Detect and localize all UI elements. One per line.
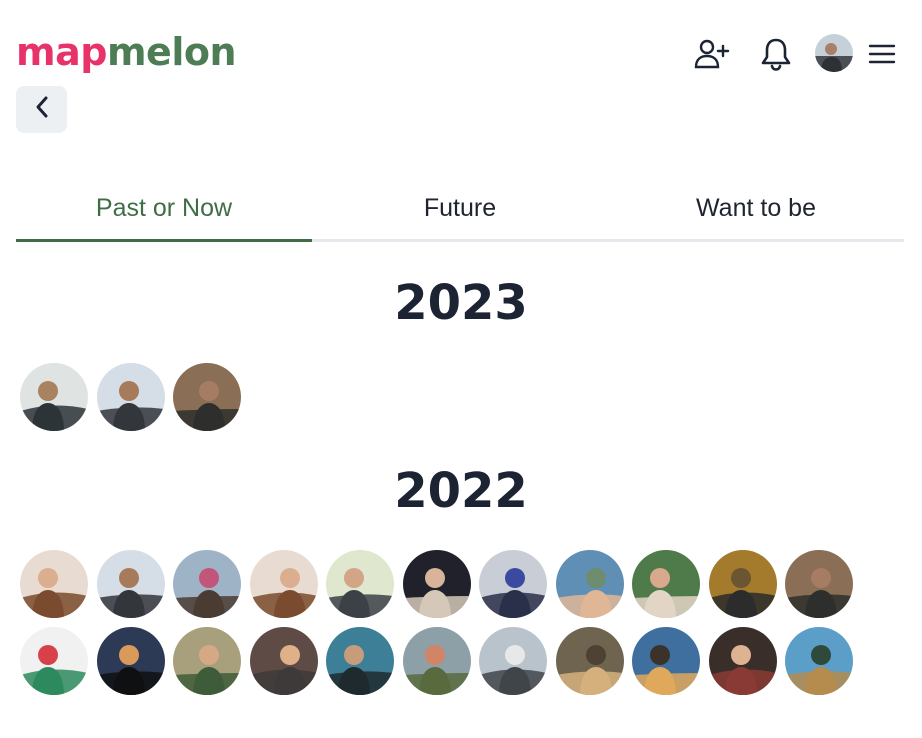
trip-photo[interactable] xyxy=(785,627,853,695)
trip-photo[interactable] xyxy=(402,550,471,618)
trip-photo[interactable] xyxy=(20,550,88,618)
trip-photo[interactable] xyxy=(96,627,165,695)
tab-future[interactable]: Future xyxy=(312,180,608,239)
trip-photo[interactable] xyxy=(708,550,777,618)
time-tabs: Past or Now Future Want to be xyxy=(16,180,904,242)
trip-photo[interactable] xyxy=(249,627,318,695)
year-heading-2023: 2023 xyxy=(394,275,528,331)
trip-photo[interactable] xyxy=(20,627,88,695)
trip-photo[interactable] xyxy=(632,550,700,618)
photo-row-2022-second xyxy=(20,627,853,695)
trip-photo[interactable] xyxy=(173,627,241,695)
trip-photo[interactable] xyxy=(402,627,471,695)
chevron-left-icon xyxy=(34,95,50,124)
menu-icon[interactable] xyxy=(862,34,902,74)
trip-photo[interactable] xyxy=(96,550,165,618)
trip-photo[interactable] xyxy=(96,363,165,431)
avatar[interactable] xyxy=(815,34,853,72)
trip-photo[interactable] xyxy=(173,550,241,618)
app-header: mapmelon xyxy=(0,0,922,86)
trip-photo[interactable] xyxy=(479,550,547,618)
trip-photo[interactable] xyxy=(555,550,624,618)
trip-photo[interactable] xyxy=(785,550,853,618)
photo-row-2023 xyxy=(20,363,241,431)
back-button[interactable] xyxy=(16,86,67,133)
bell-icon[interactable] xyxy=(756,34,796,74)
trip-photo[interactable] xyxy=(173,363,241,431)
tab-past-or-now[interactable]: Past or Now xyxy=(16,180,312,242)
trip-photo[interactable] xyxy=(632,627,700,695)
logo-melon-text: melon xyxy=(106,30,237,74)
trip-photo[interactable] xyxy=(249,550,318,618)
trip-photo[interactable] xyxy=(20,363,88,431)
logo-map-text: map xyxy=(16,30,107,74)
trip-photo[interactable] xyxy=(326,550,394,618)
mapmelon-logo[interactable]: mapmelon xyxy=(16,28,237,76)
trip-photo[interactable] xyxy=(708,627,777,695)
photo-row-2022-first xyxy=(20,550,853,618)
trip-photo[interactable] xyxy=(555,627,624,695)
trip-photo[interactable] xyxy=(479,627,547,695)
trip-photo[interactable] xyxy=(326,627,394,695)
year-heading-2022: 2022 xyxy=(394,463,528,519)
add-user-icon[interactable] xyxy=(692,34,732,74)
tab-want-to-be[interactable]: Want to be xyxy=(608,180,904,239)
